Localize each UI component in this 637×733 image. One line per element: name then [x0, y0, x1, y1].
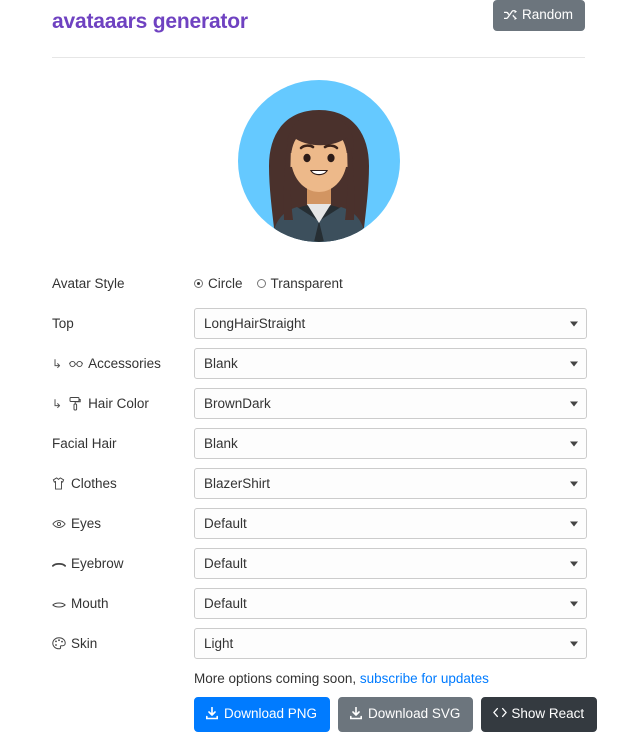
subscribe-link[interactable]: subscribe for updates — [360, 671, 489, 686]
field-row-top: Top LongHairStraight — [52, 307, 587, 340]
avatar-preview — [237, 70, 401, 253]
show-react-button[interactable]: Show React — [481, 697, 598, 732]
select-eyes[interactable]: Default — [194, 508, 587, 539]
select-top[interactable]: LongHairStraight — [194, 308, 587, 339]
more-options-note: More options coming soon, subscribe for … — [194, 671, 585, 686]
select-accessories[interactable]: Blank — [194, 348, 587, 379]
download-icon — [350, 706, 363, 720]
chevron-down-icon — [570, 401, 578, 406]
radio-transparent-label: Transparent — [270, 276, 343, 291]
field-row-hair-color: ↳ Hair Color BrownDark — [52, 387, 587, 420]
chevron-down-icon — [570, 521, 578, 526]
eye-icon — [52, 517, 66, 531]
radio-circle-input[interactable] — [194, 279, 203, 288]
radio-circle-label: Circle — [208, 276, 243, 291]
radio-option-circle[interactable]: Circle — [194, 276, 243, 291]
eyebrow-icon — [52, 557, 66, 571]
avatar-options-form: Avatar Style Circle Transparent Top Long… — [52, 267, 598, 732]
download-png-button[interactable]: Download PNG — [194, 697, 331, 732]
avatar-style-label: Avatar Style — [52, 275, 125, 291]
shuffle-icon — [503, 9, 517, 21]
chevron-down-icon — [570, 361, 578, 366]
chevron-down-icon — [570, 321, 578, 326]
code-icon — [493, 707, 508, 720]
select-facial-hair-value: Blank — [204, 436, 238, 451]
avatar-style-row: Avatar Style Circle Transparent — [52, 267, 585, 300]
avatar-preview-wrap — [0, 70, 637, 253]
field-row-clothes: Clothes BlazerShirt — [52, 467, 587, 500]
select-hair-color[interactable]: BrownDark — [194, 388, 587, 419]
mouth-icon — [52, 597, 66, 611]
header-divider — [52, 57, 585, 58]
download-png-label: Download PNG — [224, 706, 318, 721]
label-hair-color: ↳ Hair Color — [52, 396, 194, 412]
select-clothes-value: BlazerShirt — [204, 476, 271, 491]
label-facial-hair: Facial Hair — [52, 435, 117, 451]
radio-option-transparent[interactable]: Transparent — [256, 276, 343, 291]
field-row-facial-hair: Facial Hair Blank — [52, 427, 587, 460]
select-top-value: LongHairStraight — [204, 316, 306, 331]
page-header: avataaars generator Random — [0, 0, 637, 47]
field-row-mouth: Mouth Default — [52, 587, 587, 620]
label-clothes-text: Clothes — [71, 475, 117, 491]
download-icon — [206, 706, 218, 720]
label-accessories-text: Accessories — [88, 355, 161, 371]
select-hair-color-value: BrownDark — [204, 396, 271, 411]
download-svg-button[interactable]: Download SVG — [338, 697, 474, 732]
label-clothes: Clothes — [52, 476, 194, 492]
label-hair-color-text: Hair Color — [88, 395, 149, 411]
random-button-label: Random — [521, 7, 573, 22]
radio-transparent-input[interactable] — [256, 279, 266, 288]
show-react-label: Show React — [511, 706, 585, 721]
select-accessories-value: Blank — [204, 356, 238, 371]
label-eyes: Eyes — [52, 516, 194, 532]
label-accessories: ↳ Accessories — [52, 356, 194, 372]
field-row-skin: Skin Light — [52, 627, 587, 660]
glasses-icon — [69, 357, 84, 371]
label-eyes-text: Eyes — [71, 515, 102, 531]
select-eyebrow[interactable]: Default — [194, 548, 587, 579]
paint-roller-icon — [69, 396, 83, 411]
label-top: Top — [52, 315, 74, 331]
action-buttons: Download PNG Download SVG Show React — [194, 697, 598, 732]
select-eyes-value: Default — [204, 516, 247, 531]
chevron-down-icon — [570, 441, 578, 446]
select-facial-hair[interactable]: Blank — [194, 428, 587, 459]
select-skin-value: Light — [204, 636, 234, 651]
chevron-down-icon — [570, 561, 578, 566]
select-clothes[interactable]: BlazerShirt — [194, 468, 587, 499]
chevron-down-icon — [570, 641, 578, 646]
more-options-text: More options coming soon, — [194, 671, 357, 686]
select-mouth[interactable]: Default — [194, 588, 587, 619]
label-eyebrow: Eyebrow — [52, 556, 194, 572]
field-row-accessories: ↳ Accessories Blank — [52, 347, 587, 380]
field-row-eyebrow: Eyebrow Default — [52, 547, 587, 580]
label-eyebrow-text: Eyebrow — [71, 555, 124, 571]
chevron-down-icon — [570, 601, 578, 606]
branch-icon: ↳ — [52, 396, 63, 411]
palette-icon — [52, 636, 66, 651]
select-mouth-value: Default — [204, 596, 247, 611]
label-mouth-text: Mouth — [71, 595, 109, 611]
label-skin: Skin — [52, 636, 194, 652]
label-skin-text: Skin — [71, 635, 98, 651]
label-mouth: Mouth — [52, 596, 194, 612]
download-svg-label: Download SVG — [368, 706, 461, 721]
select-eyebrow-value: Default — [204, 556, 247, 571]
tshirt-icon — [52, 476, 66, 491]
branch-icon: ↳ — [52, 356, 63, 371]
app-root: avataaars generator Random Avatar Style … — [0, 0, 637, 733]
select-skin[interactable]: Light — [194, 628, 587, 659]
random-button[interactable]: Random — [492, 0, 585, 31]
chevron-down-icon — [570, 481, 578, 486]
field-row-eyes: Eyes Default — [52, 507, 587, 540]
